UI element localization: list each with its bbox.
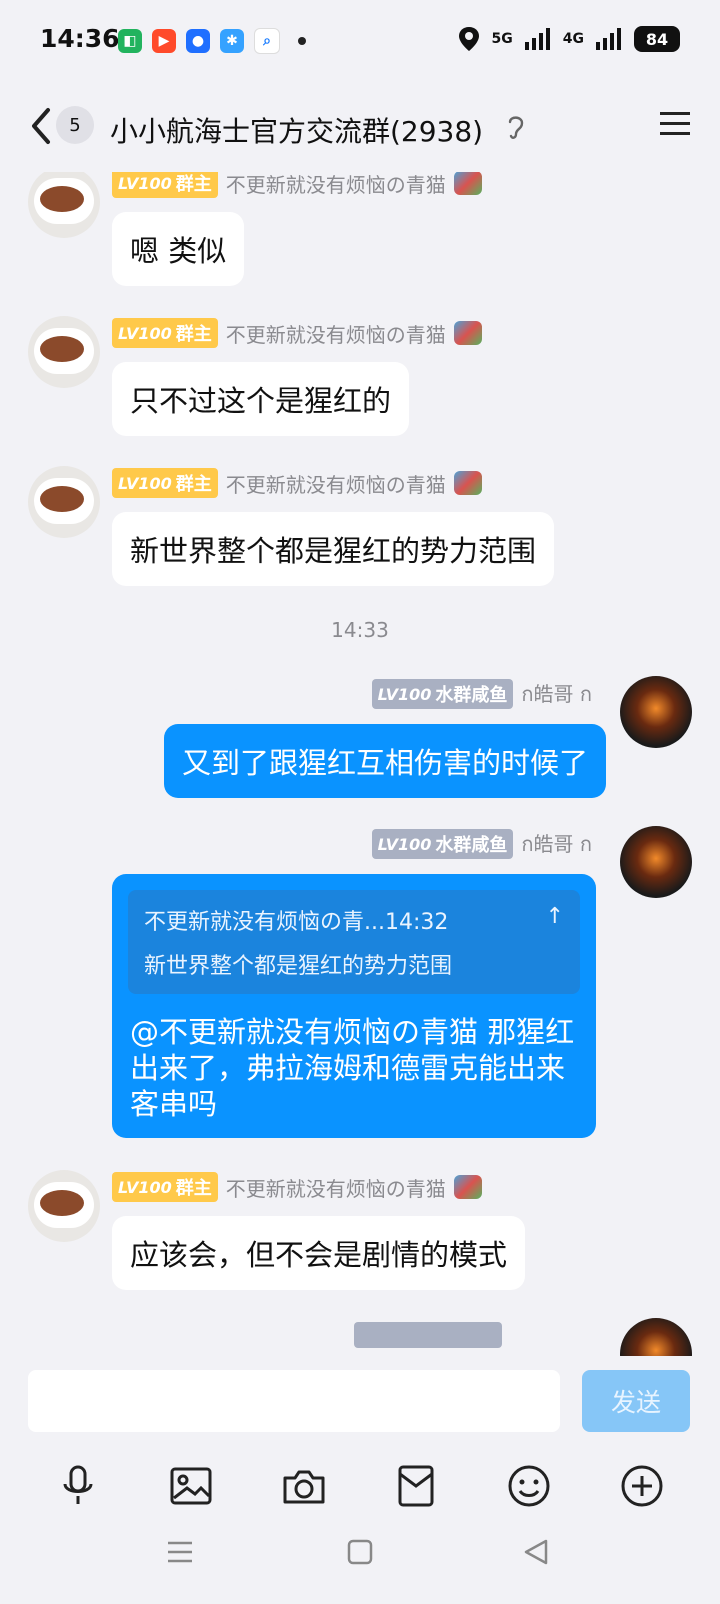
search-app-icon: ⌕ bbox=[254, 28, 280, 54]
role-text: 水群咸鱼 bbox=[435, 835, 508, 856]
signal-icon-2 bbox=[596, 28, 621, 50]
quote-header: 不更新就没有烦恼の青...14:32 ↑ bbox=[144, 904, 564, 936]
sender-name[interactable]: 不更新就没有烦恼の青猫 bbox=[226, 1173, 446, 1202]
sender-meta: LV100 群主 不更新就没有烦恼の青猫 bbox=[112, 1172, 482, 1202]
role-text: 群主 bbox=[175, 1178, 212, 1199]
sender-meta: LV100 水群咸鱼 ก皓哥 ก bbox=[371, 828, 592, 860]
sender-name[interactable]: 不更新就没有烦恼の青猫 bbox=[226, 319, 446, 348]
camera-icon[interactable] bbox=[274, 1456, 334, 1516]
sender-meta: LV100 水群咸鱼 ก皓哥 ก bbox=[371, 678, 592, 710]
sender-name[interactable]: 不更新就没有烦恼の青猫 bbox=[226, 172, 446, 198]
dragon-badge-icon bbox=[453, 172, 482, 195]
notification-icons: ◧ ▶ ● ✱ ⌕ bbox=[118, 28, 306, 54]
back-nav-icon[interactable] bbox=[522, 1538, 550, 1566]
back-arrow-icon[interactable] bbox=[28, 106, 54, 146]
level-badge: LV100 水群咸鱼 bbox=[371, 829, 514, 859]
level-text: LV100 bbox=[377, 834, 432, 854]
sender-name[interactable]: ก皓哥 ก bbox=[521, 678, 592, 710]
group-title[interactable]: 小小航海士官方交流群(2938) bbox=[110, 110, 483, 150]
plus-icon[interactable] bbox=[612, 1456, 672, 1516]
time-divider: 14:33 bbox=[331, 618, 389, 642]
role-text: 群主 bbox=[175, 324, 212, 345]
message-bubble[interactable]: 只不过这个是猩红的 bbox=[112, 362, 410, 436]
quoted-message[interactable]: 不更新就没有烦恼の青...14:32 ↑ 新世界整个都是猩红的势力范围 bbox=[128, 890, 580, 994]
app-notification-icon: ✱ bbox=[220, 29, 244, 53]
sender-name[interactable]: ก皓哥 ก bbox=[521, 828, 592, 860]
network-4g-label: 4G bbox=[562, 31, 584, 47]
status-bar: 14:36 ◧ ▶ ● ✱ ⌕ 5G 4G 84 bbox=[0, 0, 720, 82]
emoji-icon[interactable] bbox=[499, 1456, 559, 1516]
dragon-badge-icon bbox=[453, 1175, 482, 1199]
level-text: LV100 bbox=[118, 173, 172, 193]
mic-icon[interactable] bbox=[48, 1456, 108, 1516]
signal-icon bbox=[524, 28, 550, 50]
message-bubble[interactable]: 应该会，但不会是剧情的模式 bbox=[112, 1216, 526, 1290]
role-text: 水群咸鱼 bbox=[435, 685, 508, 706]
sender-avatar[interactable] bbox=[28, 172, 100, 238]
dragon-badge-icon bbox=[453, 321, 482, 345]
location-icon bbox=[458, 27, 479, 51]
message-input[interactable] bbox=[28, 1370, 560, 1432]
my-avatar[interactable] bbox=[620, 1318, 692, 1356]
dragon-badge-icon bbox=[453, 471, 482, 495]
level-text: LV100 bbox=[118, 1177, 172, 1197]
jump-to-quote-icon[interactable]: ↑ bbox=[546, 904, 564, 936]
my-avatar[interactable] bbox=[620, 676, 692, 748]
earpiece-mode-icon[interactable] bbox=[506, 112, 526, 142]
sender-name[interactable]: 不更新就没有烦恼の青猫 bbox=[226, 469, 446, 498]
sender-avatar[interactable] bbox=[28, 316, 100, 388]
image-icon[interactable] bbox=[161, 1456, 221, 1516]
level-badge-partial bbox=[354, 1322, 502, 1348]
network-5g-label: 5G bbox=[491, 31, 513, 47]
message-bubble[interactable]: 又到了跟猩红互相伤害的时候了 bbox=[163, 724, 606, 798]
role-text: 群主 bbox=[175, 174, 212, 195]
sender-meta: LV100 群主 不更新就没有烦恼の青猫 bbox=[112, 172, 482, 198]
level-text: LV100 bbox=[377, 684, 432, 704]
role-text: 群主 bbox=[175, 474, 212, 495]
my-avatar[interactable] bbox=[620, 826, 692, 898]
sender-meta: LV100 群主 不更新就没有烦恼の青猫 bbox=[112, 468, 482, 498]
level-badge: LV100 群主 bbox=[112, 172, 218, 198]
input-toolbar bbox=[0, 1456, 720, 1516]
reply-text: @不更新就没有烦恼の青猫 那猩红出来了，弗拉海姆和德雷克能出来客串吗 bbox=[130, 1015, 575, 1121]
send-button[interactable]: 发送 bbox=[582, 1370, 690, 1432]
level-text: LV100 bbox=[118, 473, 172, 493]
unread-count-badge[interactable]: 5 bbox=[56, 106, 94, 144]
system-icons: 5G 4G 84 bbox=[458, 26, 680, 52]
system-nav-bar bbox=[0, 1510, 720, 1604]
sender-meta: LV100 群主 不更新就没有烦恼の青猫 bbox=[112, 318, 482, 348]
recent-apps-icon[interactable] bbox=[166, 1538, 194, 1566]
level-badge: LV100 群主 bbox=[112, 1172, 218, 1202]
message-bubble[interactable]: 新世界整个都是猩红的势力范围 bbox=[112, 512, 555, 586]
menu-icon[interactable] bbox=[660, 110, 690, 138]
home-icon[interactable] bbox=[346, 1538, 374, 1566]
message-bubble[interactable]: 嗯 类似 bbox=[112, 212, 245, 286]
quote-author-time: 不更新就没有烦恼の青...14:32 bbox=[144, 910, 449, 935]
level-badge: LV100 水群咸鱼 bbox=[371, 679, 514, 709]
more-notifications-dot bbox=[298, 37, 306, 45]
quote-text: 新世界整个都是猩红的势力范围 bbox=[144, 954, 453, 979]
app-notification-icon: ◧ bbox=[118, 29, 142, 53]
sender-avatar[interactable] bbox=[28, 466, 100, 538]
message-list[interactable]: LV100 群主 不更新就没有烦恼の青猫 嗯 类似 LV100 群主 不更新就没有烦… bbox=[0, 172, 720, 1356]
sender-avatar[interactable] bbox=[28, 1170, 100, 1242]
status-time: 14:36 bbox=[40, 24, 120, 53]
app-notification-icon: ● bbox=[186, 29, 210, 53]
battery-indicator: 84 bbox=[634, 26, 680, 52]
level-text: LV100 bbox=[118, 323, 172, 343]
quoted-reply-bubble[interactable]: 不更新就没有烦恼の青...14:32 ↑ 新世界整个都是猩红的势力范围 @不更新… bbox=[112, 874, 596, 1138]
chat-header: 5 小小航海士官方交流群(2938) bbox=[0, 82, 720, 172]
level-badge: LV100 群主 bbox=[112, 318, 218, 348]
level-badge: LV100 群主 bbox=[112, 468, 218, 498]
red-packet-icon[interactable] bbox=[386, 1456, 446, 1516]
video-app-icon: ▶ bbox=[152, 29, 176, 53]
